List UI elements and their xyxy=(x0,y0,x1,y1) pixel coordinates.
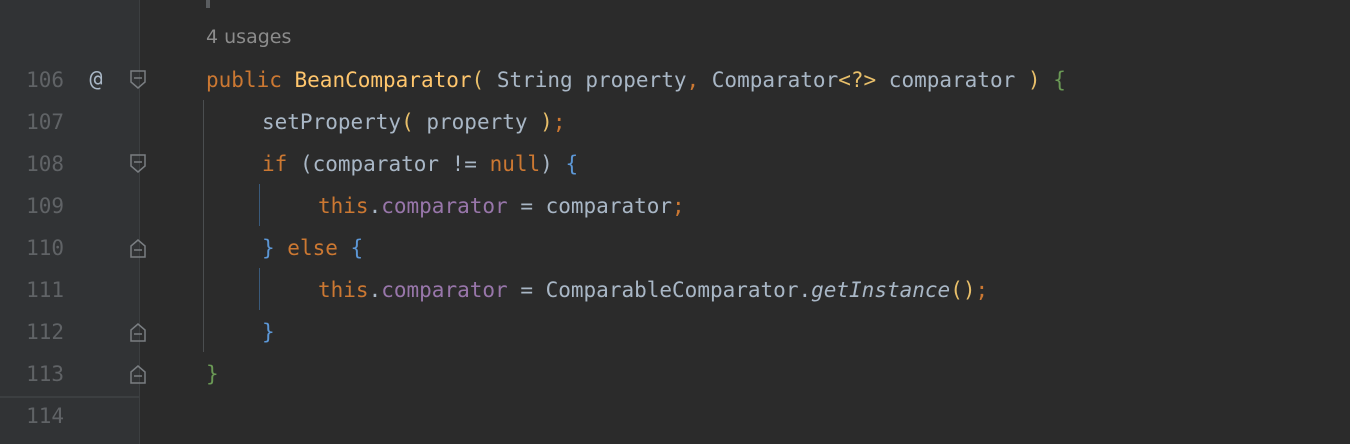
paren: ) xyxy=(1027,68,1041,92)
keyword: this xyxy=(318,278,369,302)
fold-close-icon[interactable] xyxy=(129,321,147,343)
code-text[interactable]: } xyxy=(206,353,219,395)
code-text[interactable]: setProperty( property ); xyxy=(262,101,565,143)
code-line[interactable]: 114 xyxy=(0,395,1350,437)
keyword: this xyxy=(318,194,369,218)
paren: ) xyxy=(540,110,553,134)
semicolon: ; xyxy=(975,278,989,302)
generic: <?> xyxy=(838,68,877,92)
param: Comparator xyxy=(699,68,839,92)
code-text[interactable]: this.comparator = ComparableComparator.g… xyxy=(318,269,988,311)
paren: () xyxy=(950,278,976,302)
code-text[interactable]: public BeanComparator( String property, … xyxy=(206,59,1066,101)
keyword: else xyxy=(274,236,351,260)
condition: ) xyxy=(540,152,566,176)
expression: = ComparableComparator. xyxy=(507,278,812,302)
dot: . xyxy=(368,278,382,302)
keyword: public xyxy=(206,68,282,92)
brace: } xyxy=(262,236,275,260)
brace: { xyxy=(1053,68,1066,92)
fold-close-icon[interactable] xyxy=(129,237,147,259)
param: String property xyxy=(484,68,687,92)
code-text[interactable]: if (comparator != null) { xyxy=(262,143,578,185)
semicolon: ; xyxy=(672,194,685,218)
line-number[interactable]: 111 xyxy=(0,269,64,311)
field: comparator xyxy=(381,194,508,218)
override-icon[interactable]: @ xyxy=(84,59,108,101)
param: comparator xyxy=(876,68,1028,92)
keyword: if xyxy=(262,152,288,176)
line-number[interactable]: 108 xyxy=(0,143,64,185)
call: setProperty xyxy=(262,110,402,134)
usages-hint[interactable]: 4 usages xyxy=(206,26,291,48)
paren: ( xyxy=(401,110,414,134)
brace: { xyxy=(565,152,579,176)
condition: (comparator != xyxy=(287,152,490,176)
line-number[interactable]: 113 xyxy=(0,353,64,395)
fold-open-icon[interactable] xyxy=(129,69,147,91)
code-line[interactable]: 113 } xyxy=(0,353,1350,395)
line-number[interactable]: 109 xyxy=(0,185,64,227)
code-text[interactable]: } else { xyxy=(262,227,363,269)
arg: property xyxy=(413,110,541,134)
comma: , xyxy=(686,68,700,92)
scroll-marker xyxy=(206,0,210,8)
line-number[interactable]: 106 xyxy=(0,59,64,101)
dot: . xyxy=(368,194,382,218)
brace: } xyxy=(206,362,219,386)
code-line[interactable]: 110 } else { xyxy=(0,227,1350,269)
code-line[interactable]: 108 if (comparator != null) { xyxy=(0,143,1350,185)
code-line[interactable]: 111 this.comparator = ComparableComparat… xyxy=(0,269,1350,311)
expression: = comparator xyxy=(507,194,673,218)
line-number[interactable]: 110 xyxy=(0,227,64,269)
code-line[interactable]: 107 setProperty( property ); xyxy=(0,101,1350,143)
fold-open-icon[interactable] xyxy=(129,153,147,175)
brace: } xyxy=(262,320,275,344)
semicolon: ; xyxy=(552,110,566,134)
line-number[interactable]: 107 xyxy=(0,101,64,143)
paren: ( xyxy=(471,68,485,92)
field: comparator xyxy=(381,278,508,302)
code-line[interactable]: 109 this.comparator = comparator; xyxy=(0,185,1350,227)
method-name: BeanComparator xyxy=(294,68,472,92)
static-method: getInstance xyxy=(811,278,951,302)
brace: { xyxy=(350,236,364,260)
line-number[interactable]: 114 xyxy=(0,395,64,437)
code-text[interactable]: this.comparator = comparator; xyxy=(318,185,685,227)
keyword: null xyxy=(489,152,541,176)
line-number[interactable]: 112 xyxy=(0,311,64,353)
fold-close-icon[interactable] xyxy=(129,363,147,385)
code-line[interactable]: 112 } xyxy=(0,311,1350,353)
code-line[interactable]: 106 @ public BeanComparator( String prop… xyxy=(0,59,1350,101)
code-text[interactable]: } xyxy=(262,311,275,353)
